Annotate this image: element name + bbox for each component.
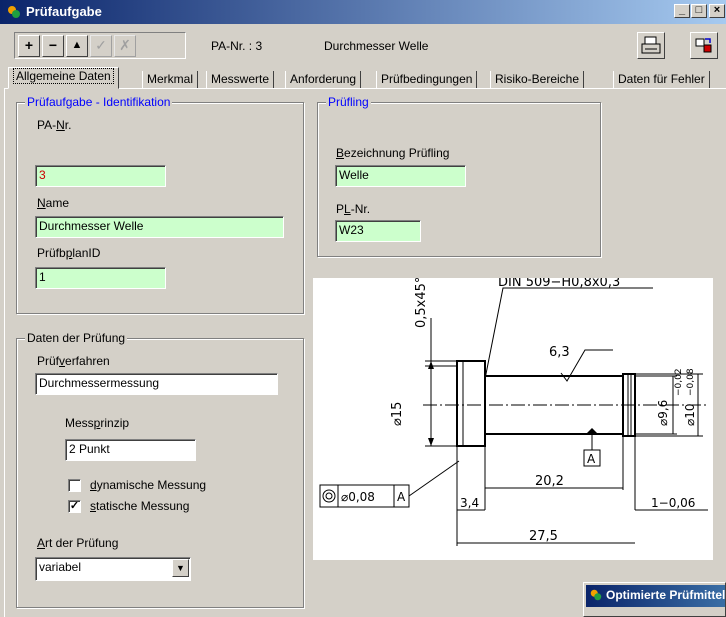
maximize-button[interactable]: □ bbox=[691, 4, 707, 18]
principle-label: Messprinzip bbox=[65, 416, 130, 430]
window-titlebar[interactable]: Prüfaufgabe _ □ × bbox=[0, 0, 726, 24]
dynamic-measurement-label: dynamische Messung bbox=[90, 478, 207, 492]
procedure-label: Prüfverfahren bbox=[37, 354, 110, 368]
delete-record-button[interactable]: − bbox=[42, 35, 64, 57]
plan-id-label: PrüfbplanID bbox=[37, 246, 101, 260]
optimize-button[interactable] bbox=[690, 32, 718, 59]
chamfer-label: 0,5x45° bbox=[414, 278, 429, 328]
confirm-button[interactable]: ✓ bbox=[90, 35, 112, 57]
test-type-value: variabel bbox=[39, 560, 82, 574]
subwindow-titlebar[interactable]: Optimierte Prüfmittel bbox=[586, 585, 725, 607]
length-1-label: 1−0,06 bbox=[651, 496, 695, 510]
tolerance-upper: −0,02 bbox=[674, 368, 684, 396]
din-label: DIN 509−H0,8x0,3 bbox=[498, 278, 620, 290]
cancel-button[interactable]: ✗ bbox=[114, 35, 136, 57]
tab-allgemeine-daten[interactable]: Allgemeine Daten bbox=[8, 67, 119, 89]
app-icon bbox=[8, 6, 20, 18]
tab-bar: Allgemeine Daten Merkmal Messwerte Anfor… bbox=[8, 67, 726, 89]
minimize-button[interactable]: _ bbox=[674, 4, 690, 18]
designation-label: Bezeichnung Prüfling bbox=[336, 146, 450, 160]
name-label: Name bbox=[37, 196, 70, 210]
tab-pruefbedingungen[interactable]: Prüfbedingungen bbox=[376, 71, 478, 89]
swap-icon bbox=[695, 38, 712, 53]
test-type-label: Art der Prüfung bbox=[37, 536, 119, 550]
identification-legend: Prüfaufgabe - Identifikation bbox=[25, 95, 173, 109]
close-button[interactable]: × bbox=[709, 4, 725, 18]
tab-messwerte[interactable]: Messwerte bbox=[206, 71, 275, 89]
app-icon bbox=[590, 589, 602, 601]
toolbar: + − ▲ ✓ ✗ PA-Nr. : 3 Durchmesser Welle bbox=[0, 24, 726, 64]
static-measurement-label: statische Messung bbox=[90, 499, 190, 513]
principle-field[interactable]: 2 Punkt bbox=[65, 439, 196, 461]
diameter-9-6-label: ⌀9,6 bbox=[656, 400, 670, 426]
tolerance-lower: −0,08 bbox=[686, 368, 696, 396]
test-data-legend: Daten der Prüfung bbox=[25, 331, 128, 345]
window-title: Prüfaufgabe bbox=[26, 4, 102, 19]
datum-a-label: A bbox=[587, 452, 596, 466]
test-type-select[interactable]: variabel ▼ bbox=[35, 557, 191, 581]
plan-id-field[interactable]: 1 bbox=[35, 267, 166, 289]
pruefling-legend: Prüfling bbox=[326, 95, 371, 109]
name-field[interactable]: Durchmesser Welle bbox=[35, 216, 284, 238]
static-measurement-checkbox[interactable]: ✓ bbox=[68, 500, 81, 513]
pa-nr-label: PA-Nr. bbox=[37, 118, 72, 132]
tab-anforderung[interactable]: Anforderung bbox=[285, 71, 362, 89]
procedure-field[interactable]: Durchmessermessung bbox=[35, 373, 278, 395]
designation-field[interactable]: Welle bbox=[335, 165, 466, 187]
length-3-4-label: 3,4 bbox=[460, 496, 479, 510]
technical-drawing: DIN 509−H0,8x0,3 0,5x45° 6,3 ⌀15 ⌀9,6 ⌀1… bbox=[313, 275, 713, 560]
pl-nr-field[interactable]: W23 bbox=[335, 220, 421, 242]
task-description: Durchmesser Welle bbox=[324, 39, 429, 53]
pa-nr-field[interactable]: 3 bbox=[35, 165, 166, 187]
diameter-15-label: ⌀15 bbox=[390, 402, 405, 426]
print-button[interactable] bbox=[637, 32, 665, 59]
fcf-datum: A bbox=[397, 490, 406, 504]
shaft-drawing: DIN 509−H0,8x0,3 0,5x45° 6,3 ⌀15 ⌀9,6 ⌀1… bbox=[319, 275, 708, 546]
optimized-test-equipment-window[interactable]: Optimierte Prüfmittel bbox=[583, 582, 726, 617]
subwindow-title: Optimierte Prüfmittel bbox=[606, 588, 725, 602]
pa-number-label: PA-Nr. : 3 bbox=[211, 39, 263, 53]
dynamic-measurement-checkbox[interactable] bbox=[68, 479, 81, 492]
tab-merkmal[interactable]: Merkmal bbox=[142, 71, 199, 89]
diameter-10-label: ⌀10 bbox=[683, 404, 697, 427]
fcf-value: ⌀0,08 bbox=[341, 490, 375, 504]
length-27-5-label: 27,5 bbox=[529, 529, 558, 544]
tab-risiko-bereiche[interactable]: Risiko-Bereiche bbox=[490, 71, 585, 89]
printer-icon bbox=[641, 36, 661, 54]
tab-daten-fuer-fehler[interactable]: Daten für Fehler bbox=[613, 71, 710, 89]
roughness-label: 6,3 bbox=[549, 345, 570, 360]
chevron-down-icon[interactable]: ▼ bbox=[172, 559, 189, 577]
add-record-button[interactable]: + bbox=[18, 35, 40, 57]
pl-nr-label: PL-Nr. bbox=[336, 202, 371, 216]
move-up-button[interactable]: ▲ bbox=[66, 35, 88, 57]
length-20-2-label: 20,2 bbox=[535, 474, 564, 489]
record-navigation-group: + − ▲ ✓ ✗ bbox=[14, 32, 186, 59]
